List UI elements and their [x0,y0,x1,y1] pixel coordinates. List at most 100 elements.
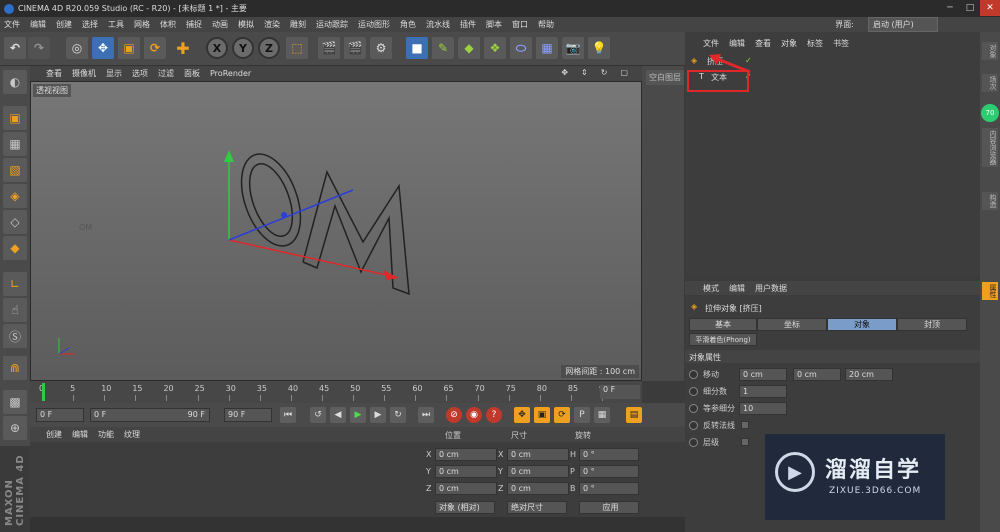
position-x-field[interactable]: 0 cm [435,448,497,461]
cube-object-icon[interactable]: ■ [406,37,428,59]
tab-basic[interactable]: 基本 [689,318,757,331]
deformer-icon[interactable]: ⬭ [510,37,532,59]
material-menu-create[interactable]: 创建 [46,429,62,440]
maximize-viewport-icon[interactable]: ▢ [620,68,628,77]
lock-workplane-icon[interactable]: ▩ [3,390,27,414]
model-mode-icon[interactable]: ▣ [3,106,27,130]
tweak-mode-icon[interactable]: ☝ [3,298,27,322]
perspective-viewport[interactable]: 透视视图 OM 网格间距 : 100 cm [30,81,642,381]
size-mode-dropdown[interactable]: 绝对尺寸 [507,501,567,514]
viewport-menu-options[interactable]: 选项 [132,68,148,79]
scale-tool-icon[interactable]: ▣ [118,37,140,59]
z-axis-lock-button[interactable]: Z [258,37,280,59]
menu-pipeline[interactable]: 流水线 [426,19,450,30]
object-menu-file[interactable]: 文件 [703,38,719,49]
rotate-tool-icon[interactable]: ⟳ [144,37,166,59]
side-tab-structure[interactable]: 构造 [982,192,998,210]
make-editable-icon[interactable]: ◐ [3,70,27,94]
position-y-field[interactable]: 0 cm [435,465,497,478]
menu-edit[interactable]: 编辑 [30,19,46,30]
timeline-window-icon[interactable]: ▤ [626,407,642,423]
side-tab-takes[interactable]: 场次 [982,74,998,92]
size-y-field[interactable]: 0 cm [507,465,569,478]
y-axis-lock-button[interactable]: Y [232,37,254,59]
menu-select[interactable]: 选择 [82,19,98,30]
viewport-menu-view[interactable]: 查看 [46,68,62,79]
move-y-field[interactable]: 0 cm [793,368,841,381]
previous-key-icon[interactable]: ↺ [310,407,326,423]
material-menu-function[interactable]: 功能 [98,429,114,440]
animate-toggle-icon[interactable] [689,438,698,447]
autokey-icon[interactable]: ◉ [466,407,482,423]
object-menu-bookmarks[interactable]: 书签 [833,38,849,49]
layout-dropdown[interactable]: 启动 (用户) [868,17,938,32]
record-active-icon[interactable]: ⊘ [446,407,462,423]
material-menu-texture[interactable]: 纹理 [124,429,140,440]
key-parameter-icon[interactable]: P [574,407,590,423]
size-x-field[interactable]: 0 cm [507,448,569,461]
attr-menu-mode[interactable]: 模式 [703,283,719,294]
pen-spline-icon[interactable]: ✎ [432,37,454,59]
close-button[interactable]: ✕ [980,0,1000,16]
frame-range-slider[interactable]: 0 F 90 F [90,408,210,422]
render-view-icon[interactable]: 🎬 [318,37,340,59]
move-x-field[interactable]: 0 cm [739,368,787,381]
object-menu-view[interactable]: 查看 [755,38,771,49]
tab-object[interactable]: 对象 [827,318,897,331]
object-menu-edit[interactable]: 编辑 [729,38,745,49]
animate-toggle-icon[interactable] [689,421,698,430]
menu-render[interactable]: 渲染 [264,19,280,30]
snap-icon[interactable]: Ⓢ [3,324,27,348]
previous-frame-icon[interactable]: ◀ [330,407,346,423]
menu-snap[interactable]: 捕捉 [186,19,202,30]
enable-axis-icon[interactable]: ∟ [3,272,27,296]
viewport-menu-panel[interactable]: 面板 [184,68,200,79]
recent-tool-icon[interactable]: ✚ [172,37,194,59]
hierarchical-checkbox[interactable] [741,438,749,446]
menu-simulate[interactable]: 模拟 [238,19,254,30]
viewport-menu-prorender[interactable]: ProRender [210,69,251,78]
pan-icon[interactable]: ✥ [561,68,568,77]
attr-menu-userdata[interactable]: 用户数据 [755,283,787,294]
polygons-mode-icon[interactable]: ◆ [3,236,27,260]
side-tab-attributes[interactable]: 属性 [982,282,998,300]
menu-mograph[interactable]: 运动图形 [358,19,390,30]
side-tab-objects[interactable]: 对象 [982,42,998,60]
maximize-button[interactable]: □ [960,0,980,16]
move-z-field[interactable]: 20 cm [845,368,893,381]
magnet-icon[interactable]: ⋒ [3,356,27,380]
attr-menu-edit[interactable]: 编辑 [729,283,745,294]
timeline-ruler[interactable]: 051015202530354045505560657075808590 [38,381,618,403]
subdivision-field[interactable]: 1 [739,385,787,398]
planar-workplane-icon[interactable]: ⊕ [3,416,27,440]
key-scale-icon[interactable]: ▣ [534,407,550,423]
next-frame-icon[interactable]: ▶ [370,407,386,423]
viewport-menu-camera[interactable]: 摄像机 [72,68,96,79]
size-z-field[interactable]: 0 cm [507,482,569,495]
minimize-button[interactable]: ─ [940,0,960,16]
tab-coordinates[interactable]: 坐标 [757,318,827,331]
texture-mode-icon[interactable]: ▦ [3,132,27,156]
coordinate-system-icon[interactable]: ⬚ [286,37,308,59]
next-key-icon[interactable]: ↻ [390,407,406,423]
timeline-playhead[interactable] [42,383,45,401]
menu-help[interactable]: 帮助 [538,19,554,30]
key-rotation-icon[interactable]: ⟳ [554,407,570,423]
key-pla-icon[interactable]: ▦ [594,407,610,423]
move-tool-icon[interactable]: ✥ [92,37,114,59]
rotation-h-field[interactable]: 0 ° [579,448,639,461]
live-selection-icon[interactable]: ◎ [66,37,88,59]
zoom-icon[interactable]: ⇕ [581,68,588,77]
camera-icon[interactable]: 📷 [562,37,584,59]
keyframe-selection-icon[interactable]: ? [486,407,502,423]
redo-icon[interactable]: ↷ [28,37,50,59]
light-icon[interactable]: 💡 [588,37,610,59]
current-frame-field[interactable]: 0 F [600,385,640,399]
floor-icon[interactable]: ▦ [536,37,558,59]
isoparm-field[interactable]: 10 [739,402,787,415]
material-menu-edit[interactable]: 编辑 [72,429,88,440]
side-tab-content-browser[interactable]: 内容浏览器 [982,128,998,167]
x-axis-lock-button[interactable]: X [206,37,228,59]
menu-mesh[interactable]: 网格 [134,19,150,30]
array-icon[interactable]: ❖ [484,37,506,59]
